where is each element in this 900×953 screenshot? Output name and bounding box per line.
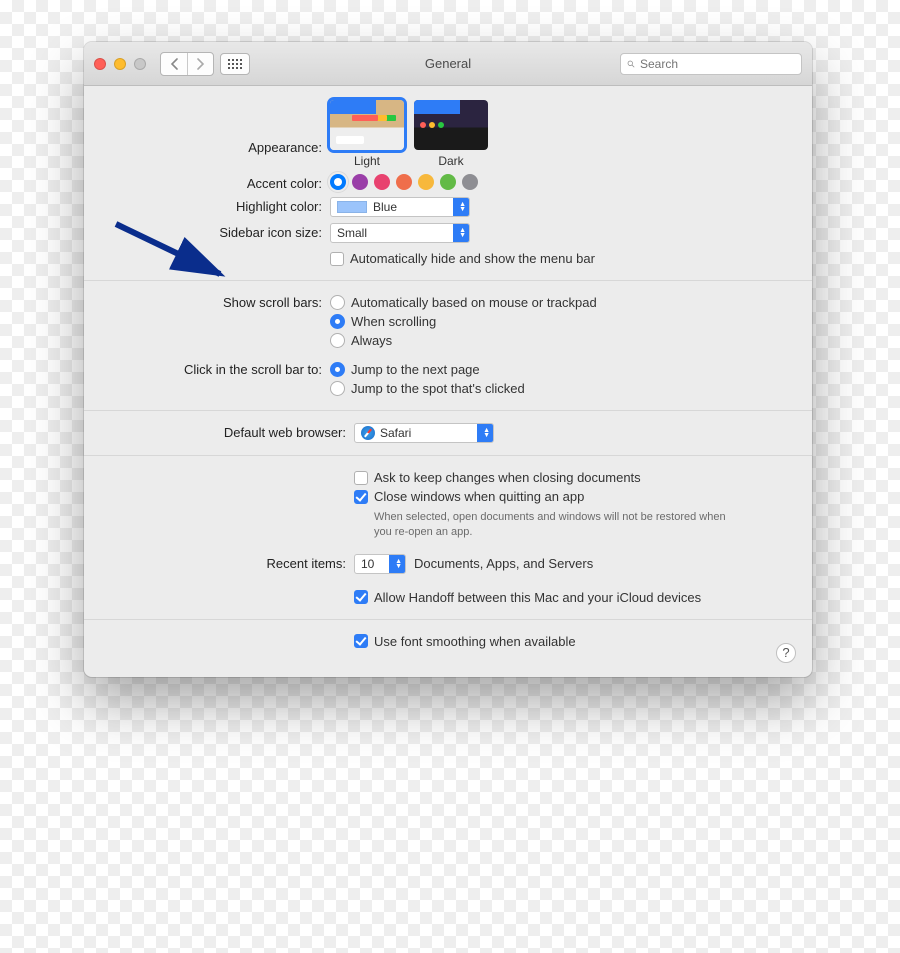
chevron-updown-icon: ▲▼	[459, 228, 466, 238]
radio-icon	[330, 381, 345, 396]
scrollbars-auto-radio[interactable]: Automatically based on mouse or trackpad	[330, 295, 794, 310]
appearance-dark-option[interactable]: Dark	[414, 100, 488, 168]
handoff-checkbox[interactable]: Allow Handoff between this Mac and your …	[354, 590, 794, 605]
accent-swatch[interactable]	[352, 174, 368, 190]
menubar-autohide-checkbox[interactable]: Automatically hide and show the menu bar	[330, 251, 794, 266]
search-field[interactable]	[620, 53, 802, 75]
nav-buttons	[160, 52, 214, 76]
appearance-light-option[interactable]: Light	[330, 100, 404, 168]
forward-button[interactable]	[187, 53, 213, 75]
scrollbars-always-radio[interactable]: Always	[330, 333, 794, 348]
close-windows-checkbox[interactable]: Close windows when quitting an app	[354, 489, 794, 504]
scrollclick-nextpage-radio[interactable]: Jump to the next page	[330, 362, 794, 377]
scrollbars-scrolling-radio[interactable]: When scrolling	[330, 314, 794, 329]
appearance-label: Appearance:	[102, 100, 330, 155]
sidebar-icon-size-popup[interactable]: Small ▲▼	[330, 223, 470, 243]
ask-keep-changes-checkbox[interactable]: Ask to keep changes when closing documen…	[354, 470, 794, 485]
font-smoothing-checkbox[interactable]: Use font smoothing when available	[354, 634, 794, 649]
show-all-button[interactable]	[220, 53, 250, 75]
titlebar: General	[84, 42, 812, 86]
sidebar-icon-size-label: Sidebar icon size:	[102, 223, 330, 240]
chevron-updown-icon: ▲▼	[459, 202, 466, 212]
highlight-swatch-icon	[337, 201, 367, 213]
checkbox-icon	[354, 490, 368, 504]
checkbox-icon	[354, 634, 368, 648]
divider	[84, 455, 812, 456]
radio-icon	[330, 333, 345, 348]
radio-icon	[330, 314, 345, 329]
general-preferences-window: General Appearance: Light Dark	[84, 42, 812, 677]
default-browser-label: Default web browser:	[102, 423, 354, 440]
divider	[84, 619, 812, 620]
scroll-bars-label: Show scroll bars:	[102, 293, 330, 310]
checkbox-icon	[330, 252, 344, 266]
accent-swatch[interactable]	[440, 174, 456, 190]
zoom-icon	[134, 58, 146, 70]
divider	[84, 280, 812, 281]
accent-swatch[interactable]	[462, 174, 478, 190]
checkbox-icon	[354, 590, 368, 604]
default-browser-popup[interactable]: Safari ▲▼	[354, 423, 494, 443]
back-button[interactable]	[161, 53, 187, 75]
window-controls	[94, 58, 146, 70]
accent-swatch[interactable]	[396, 174, 412, 190]
accent-color-label: Accent color:	[102, 174, 330, 191]
highlight-color-label: Highlight color:	[102, 197, 330, 214]
checkbox-icon	[354, 471, 368, 485]
radio-icon	[330, 362, 345, 377]
scrollclick-spot-radio[interactable]: Jump to the spot that's clicked	[330, 381, 794, 396]
accent-swatch[interactable]	[418, 174, 434, 190]
close-icon[interactable]	[94, 58, 106, 70]
highlight-color-popup[interactable]: Blue ▲▼	[330, 197, 470, 217]
accent-swatch[interactable]	[330, 174, 346, 190]
radio-icon	[330, 295, 345, 310]
recent-items-suffix: Documents, Apps, and Servers	[414, 556, 593, 571]
divider	[84, 410, 812, 411]
scroll-click-label: Click in the scroll bar to:	[102, 360, 330, 377]
recent-items-label: Recent items:	[102, 554, 354, 571]
chevron-updown-icon: ▲▼	[395, 559, 402, 569]
content-area: Appearance: Light Dark Accent color:	[84, 86, 812, 677]
recent-items-popup[interactable]: 10 ▲▼	[354, 554, 406, 574]
help-button[interactable]: ?	[776, 643, 796, 663]
dark-thumbnail-icon	[414, 100, 488, 150]
light-thumbnail-icon	[330, 100, 404, 150]
minimize-icon[interactable]	[114, 58, 126, 70]
search-input[interactable]	[640, 57, 795, 71]
safari-icon	[361, 426, 375, 440]
search-icon	[627, 58, 635, 70]
close-windows-hint: When selected, open documents and window…	[374, 510, 734, 540]
chevron-updown-icon: ▲▼	[483, 428, 490, 438]
accent-swatch[interactable]	[374, 174, 390, 190]
accent-color-swatches	[330, 174, 478, 190]
grid-icon	[228, 59, 242, 69]
